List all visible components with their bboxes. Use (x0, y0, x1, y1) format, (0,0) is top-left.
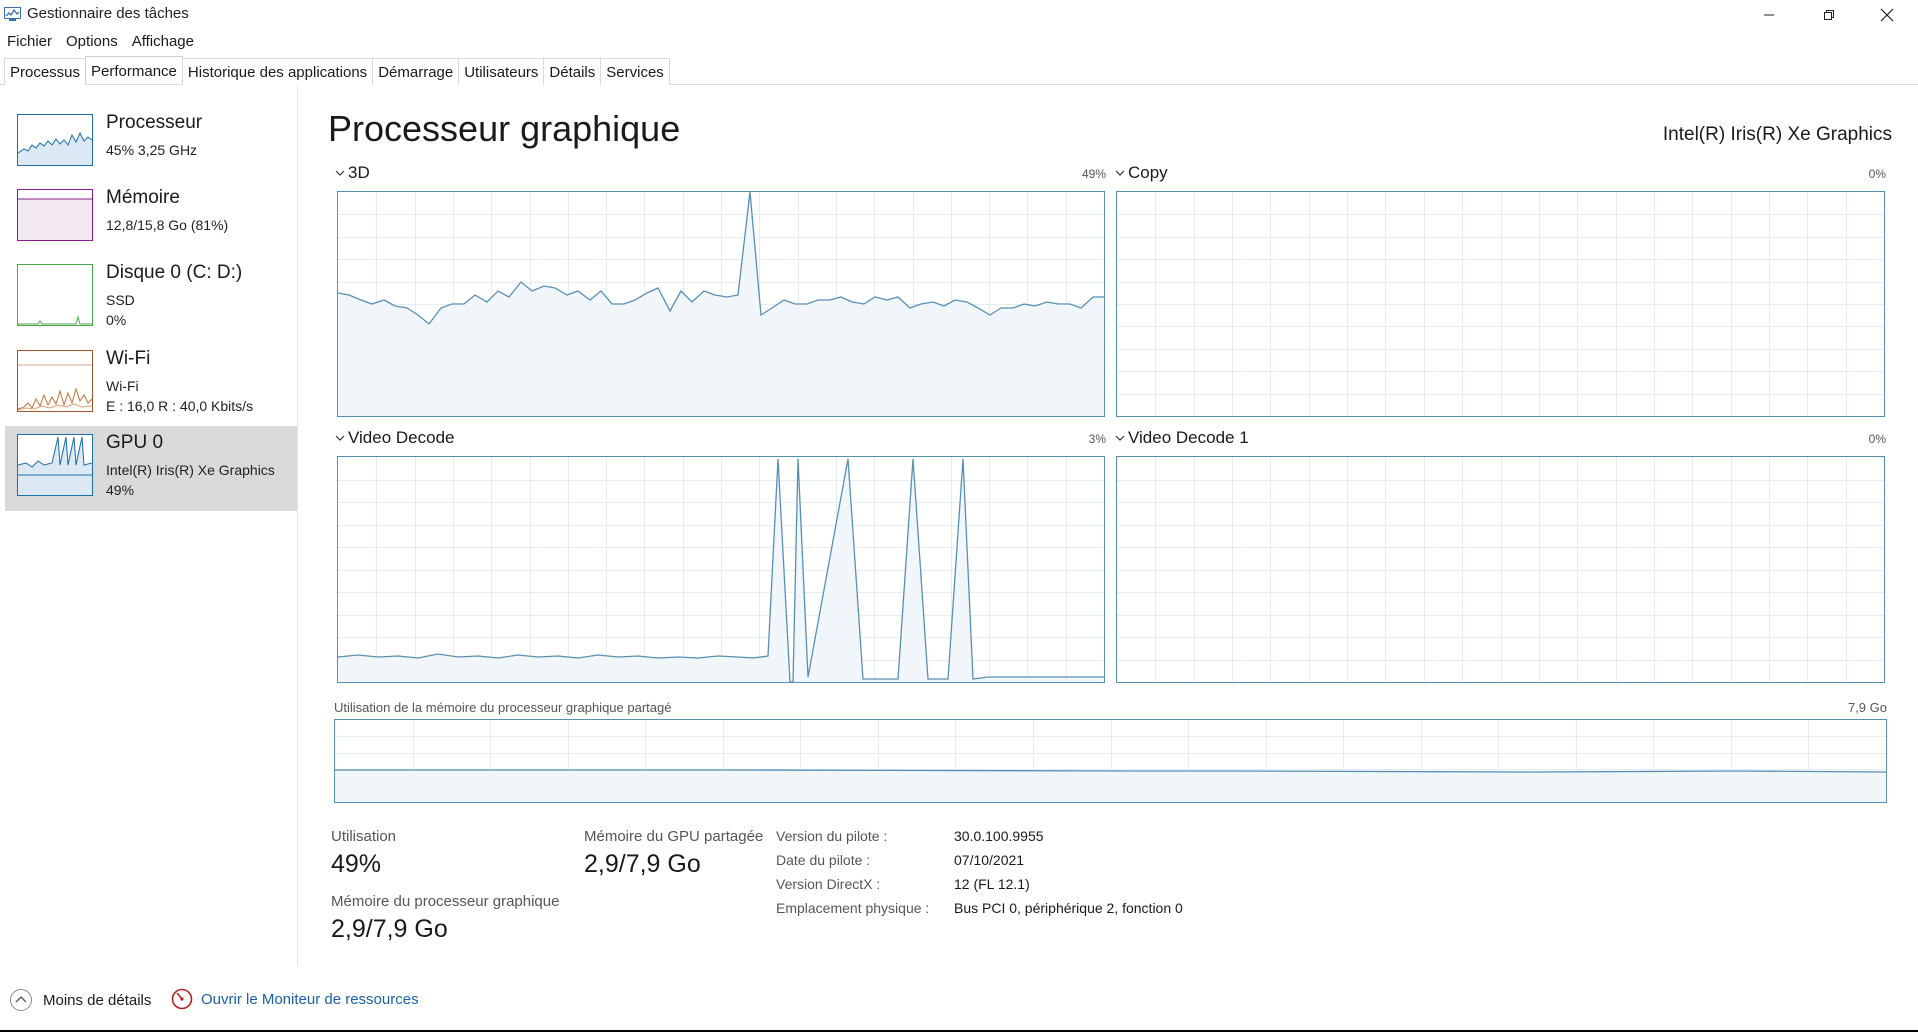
graph-percent: 0% (1868, 432, 1886, 446)
graph-name: Video Decode (348, 428, 455, 447)
tab-details[interactable]: Détails (543, 58, 602, 85)
shared-gpu-memory-label: Mémoire du GPU partagée (584, 828, 764, 845)
graph-percent: 0% (1868, 167, 1886, 181)
chevron-down-icon (1115, 435, 1125, 441)
sidebar-item-title: GPU 0 (106, 432, 164, 453)
resource-monitor-label: Ouvrir le Moniteur de ressources (201, 990, 419, 1008)
shared-memory-label: Utilisation de la mémoire du processeur … (334, 700, 672, 715)
page-title: Processeur graphique (328, 108, 681, 149)
close-icon (1880, 8, 1894, 22)
sidebar-item-detail-2: 49% (106, 482, 135, 498)
graph-video-decode-1 (1116, 456, 1885, 683)
graph-label-video-decode-1[interactable]: Video Decode 1 (1114, 428, 1249, 448)
graph-name: Video Decode 1 (1128, 428, 1249, 447)
chevron-up-circle-icon (10, 989, 32, 1011)
physical-location-label: Emplacement physique : (776, 900, 930, 916)
driver-date-label: Date du pilote : (776, 852, 871, 868)
menu-affichage[interactable]: Affichage (125, 30, 201, 54)
sidebar-item-title: Disque 0 (C: D:) (106, 262, 243, 283)
menu-bar: Fichier Options Affichage (0, 30, 201, 54)
sidebar-item-detail: 45% 3,25 GHz (106, 142, 198, 158)
chevron-down-icon (1115, 170, 1125, 176)
restore-button[interactable] (1800, 0, 1858, 30)
gpu-memory-value: 2,9/7,9 Go (331, 915, 448, 943)
tab-historique-applications[interactable]: Historique des applications (181, 58, 374, 85)
shared-memory-graph (334, 719, 1887, 803)
sidebar-item-memoire[interactable]: Mémoire 12,8/15,8 Go (81%) (5, 181, 297, 267)
graph-percent: 3% (1088, 432, 1106, 446)
tab-processus[interactable]: Processus (4, 58, 87, 85)
tab-services[interactable]: Services (600, 58, 670, 85)
utilization-label: Utilisation (331, 828, 397, 845)
chevron-down-icon (335, 170, 345, 176)
disk-thumbnail (17, 264, 93, 326)
directx-version-value: 12 (FL 12.1) (954, 876, 1030, 892)
tab-performance[interactable]: Performance (85, 56, 183, 84)
sidebar-item-detail: SSD (106, 292, 135, 308)
activity-fill (335, 770, 1886, 802)
chevron-down-icon (335, 435, 345, 441)
cpu-thumbnail (17, 114, 93, 166)
graph-copy (1116, 191, 1885, 417)
less-details-label: Moins de détails (43, 991, 152, 1009)
shared-gpu-memory-value: 2,9/7,9 Go (584, 850, 701, 878)
minimize-icon (1764, 14, 1774, 16)
sidebar-item-detail-2: 0% (106, 312, 127, 328)
gpu-memory-label: Mémoire du processeur graphique (331, 893, 560, 910)
shared-memory-max: 7,9 Go (1847, 700, 1887, 715)
resource-monitor-icon (171, 988, 193, 1010)
sidebar-item-disque[interactable]: Disque 0 (C: D:) SSD 0% (5, 256, 297, 342)
less-details-button[interactable]: Moins de détails (9, 988, 151, 1012)
utilization-value: 49% (331, 850, 382, 878)
menu-fichier[interactable]: Fichier (0, 30, 59, 54)
sidebar-item-detail: Intel(R) Iris(R) Xe Graphics (106, 462, 275, 478)
graph-name: 3D (348, 163, 370, 182)
graph-name: Copy (1128, 163, 1168, 182)
physical-location-value: Bus PCI 0, périphérique 2, fonction 0 (954, 900, 1183, 916)
directx-version-label: Version DirectX : (776, 876, 881, 892)
graph-label-video-decode[interactable]: Video Decode (334, 428, 455, 448)
window-title: Gestionnaire des tâches (27, 5, 189, 22)
graph-percent: 49% (1081, 167, 1106, 181)
menu-options[interactable]: Options (59, 30, 125, 54)
sidebar-item-detail-2: E : 16,0 R : 40,0 Kbits/s (106, 398, 254, 414)
sidebar-item-title: Wi-Fi (106, 348, 151, 369)
restore-icon (1824, 10, 1834, 20)
sidebar-item-detail: Wi-Fi (106, 378, 139, 394)
driver-version-value: 30.0.100.9955 (954, 828, 1044, 844)
graph-label-3d[interactable]: 3D (334, 163, 370, 183)
graph-3d (337, 191, 1105, 417)
title-bar: Gestionnaire des tâches (0, 0, 1918, 30)
graph-video-decode (337, 456, 1105, 683)
task-manager-icon (4, 6, 22, 22)
sidebar-item-title: Mémoire (106, 187, 180, 208)
sidebar-item-processeur[interactable]: Processeur 45% 3,25 GHz (5, 106, 297, 192)
tab-utilisateurs[interactable]: Utilisateurs (458, 58, 545, 85)
graph-label-copy[interactable]: Copy (1114, 163, 1168, 183)
driver-date-value: 07/10/2021 (954, 852, 1025, 868)
gpu-thumbnail (17, 434, 93, 496)
sidebar-item-detail: 12,8/15,8 Go (81%) (106, 217, 229, 233)
performance-sidebar: Processeur 45% 3,25 GHz Mémoire 12,8/15,… (0, 86, 298, 966)
sidebar-item-gpu[interactable]: GPU 0 Intel(R) Iris(R) Xe Graphics 49% (5, 426, 297, 511)
device-name: Intel(R) Iris(R) Xe Graphics (1662, 124, 1892, 145)
open-resource-monitor-link[interactable]: Ouvrir le Moniteur de ressources (171, 988, 419, 1010)
tab-demarrage[interactable]: Démarrage (372, 58, 460, 85)
memory-thumbnail (17, 189, 93, 241)
tab-bar: Processus Performance Historique des app… (0, 56, 1918, 85)
driver-version-label: Version du pilote : (776, 828, 888, 844)
wifi-thumbnail (17, 350, 93, 412)
sidebar-item-title: Processeur (106, 112, 203, 133)
minimize-button[interactable] (1740, 0, 1798, 30)
sidebar-item-wifi[interactable]: Wi-Fi Wi-Fi E : 16,0 R : 40,0 Kbits/s (5, 342, 297, 428)
close-button[interactable] (1858, 0, 1916, 30)
